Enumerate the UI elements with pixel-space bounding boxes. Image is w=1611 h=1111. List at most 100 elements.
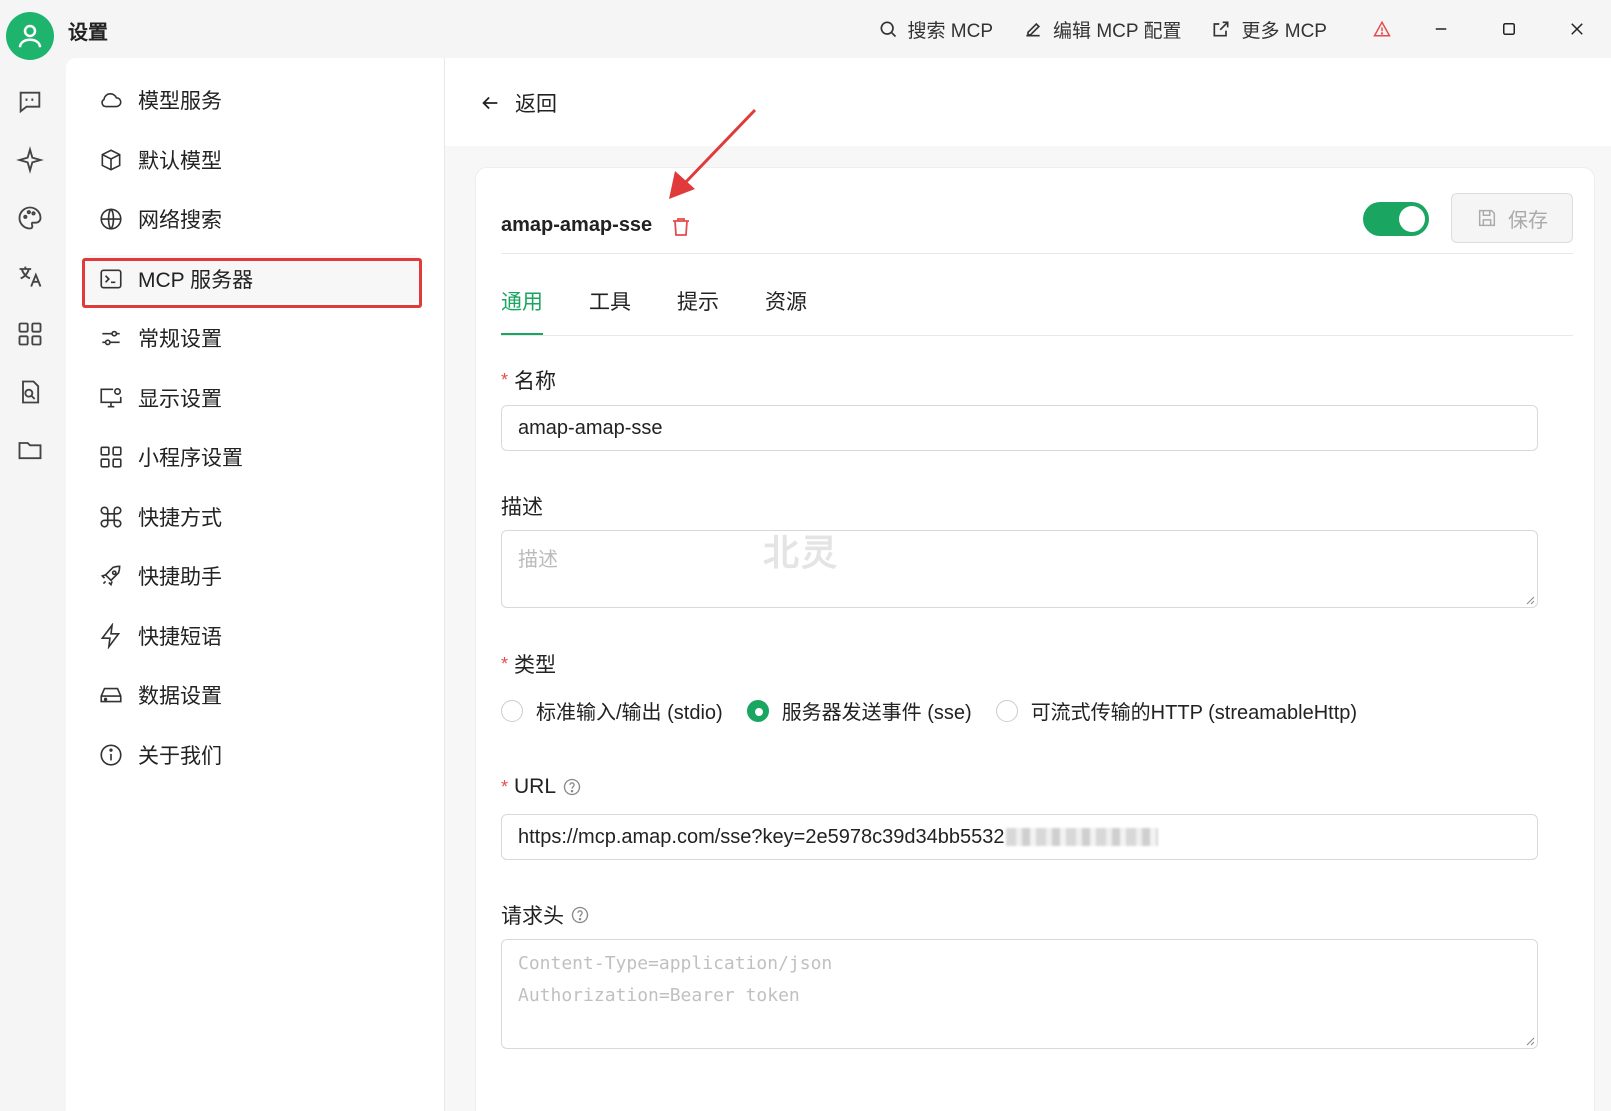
more-mcp-button[interactable]: 更多 MCP <box>1211 16 1327 43</box>
desc-textarea[interactable]: 描述 <box>501 530 1538 608</box>
name-label-row: * 名称 <box>501 365 556 395</box>
menu-item-quick-phrases[interactable]: 快捷短语 <box>82 612 422 660</box>
sparkle-icon[interactable] <box>16 146 44 174</box>
url-value: https://mcp.amap.com/sse?key=2e5978c39d3… <box>518 825 1005 848</box>
url-label-row: * URL <box>501 775 582 799</box>
warning-button[interactable] <box>1357 0 1407 58</box>
title-actions: 搜索 MCP 编辑 MCP 配置 更多 MCP <box>878 0 1611 58</box>
back-button[interactable]: 返回 <box>479 88 557 118</box>
avatar[interactable] <box>6 12 54 60</box>
zap-icon <box>100 623 121 649</box>
enable-toggle[interactable] <box>1363 202 1429 236</box>
more-mcp-label: 更多 MCP <box>1241 20 1327 42</box>
radio-circle <box>501 699 523 722</box>
resize-grip-icon[interactable] <box>1523 593 1535 605</box>
radio-sse[interactable]: 服务器发送事件 (sse) <box>746 696 972 725</box>
name-label: 名称 <box>514 370 557 393</box>
menu-item-label: 快捷短语 <box>138 626 222 649</box>
desc-placeholder: 描述 <box>518 549 558 571</box>
sliders-icon <box>102 330 120 346</box>
command-icon <box>100 506 122 528</box>
save-label: 保存 <box>1508 209 1548 232</box>
watermark: 北灵 <box>763 532 840 573</box>
menu-item-label: 快捷助手 <box>138 566 222 589</box>
help-icon[interactable] <box>570 905 590 925</box>
menu-item-label: 关于我们 <box>138 745 222 768</box>
menu-item-shortcuts[interactable]: 快捷方式 <box>82 493 422 541</box>
radio-streamable-http[interactable]: 可流式传输的HTTP (streamableHttp) <box>995 696 1357 725</box>
menu-item-general-settings[interactable]: 常规设置 <box>82 314 422 362</box>
save-button[interactable]: 保存 <box>1451 193 1573 243</box>
redacted-text <box>1006 828 1159 846</box>
maximize-button[interactable] <box>1475 0 1543 58</box>
edit-mcp-config-button[interactable]: 编辑 MCP 配置 <box>1023 16 1181 43</box>
palette-icon[interactable] <box>16 204 44 232</box>
back-bar: 返回 <box>445 58 1611 146</box>
file-search-icon[interactable] <box>16 378 44 406</box>
icon-rail <box>0 58 66 1111</box>
back-label: 返回 <box>515 93 557 116</box>
url-input[interactable]: https://mcp.amap.com/sse?key=2e5978c39d3… <box>501 814 1538 860</box>
desc-label: 描述 <box>501 496 543 519</box>
menu-item-about[interactable]: 关于我们 <box>82 731 422 779</box>
search-mcp-button[interactable]: 搜索 MCP <box>878 16 993 43</box>
menu-item-label: 显示设置 <box>138 388 222 411</box>
user-icon <box>18 24 42 48</box>
radio-circle-checked <box>746 699 769 722</box>
main-panel: 返回 amap-amap-sse 保存 通用 工具 提示 资源 * 名称 ama… <box>445 58 1611 1111</box>
close-icon <box>1571 23 1583 35</box>
edit-mcp-config-label: 编辑 MCP 配置 <box>1053 20 1182 42</box>
folder-icon[interactable] <box>16 436 44 464</box>
desc-label-row: 描述 <box>501 491 543 521</box>
radio-label: 服务器发送事件 (sse) <box>781 702 972 724</box>
trash-icon <box>673 218 689 236</box>
warning-icon <box>1373 20 1391 37</box>
menu-item-label: 模型服务 <box>138 90 222 113</box>
menu-item-data-settings[interactable]: 数据设置 <box>82 671 422 719</box>
apps-icon[interactable] <box>16 320 44 348</box>
title-bar: 设置 搜索 MCP 编辑 MCP 配置 更多 MCP <box>0 0 1611 60</box>
arrow-left-icon <box>482 96 498 110</box>
menu-item-default-model[interactable]: 默认模型 <box>82 136 422 184</box>
menu-item-miniapp-settings[interactable]: 小程序设置 <box>82 433 422 481</box>
delete-server-button[interactable] <box>669 215 693 239</box>
menu-item-display-settings[interactable]: 显示设置 <box>82 374 422 422</box>
divider <box>501 335 1573 336</box>
chat-icon[interactable] <box>16 88 44 116</box>
name-input[interactable]: amap-amap-sse <box>501 405 1538 451</box>
headers-placeholder-line2: Authorization=Bearer token <box>518 985 800 1006</box>
tab-resources[interactable]: 资源 <box>765 286 807 336</box>
maximize-icon <box>1503 23 1515 35</box>
divider <box>501 253 1573 254</box>
type-label: 类型 <box>514 654 557 677</box>
headers-textarea[interactable]: Content-Type=application/json Authorizat… <box>501 939 1538 1049</box>
close-button[interactable] <box>1543 0 1611 58</box>
minimize-icon <box>1435 28 1447 30</box>
menu-item-label: MCP 服务器 <box>138 269 254 292</box>
menu-item-label: 默认模型 <box>138 150 222 173</box>
radio-stdio[interactable]: 标准输入/输出 (stdio) <box>501 696 723 725</box>
resize-grip-icon[interactable] <box>1523 1034 1535 1046</box>
headers-label: 请求头 <box>501 905 564 928</box>
menu-item-web-search[interactable]: 网络搜索 <box>82 195 422 243</box>
tab-prompts[interactable]: 提示 <box>677 286 719 336</box>
menu-item-mcp-servers[interactable]: MCP 服务器 <box>82 255 422 303</box>
rocket-icon <box>100 565 121 587</box>
menu-item-model-service[interactable]: 模型服务 <box>82 76 422 124</box>
required-mark: * <box>501 776 509 797</box>
type-radio-group: 标准输入/输出 (stdio) 服务器发送事件 (sse) 可流式传输的HTTP… <box>501 696 1381 725</box>
type-label-row: * 类型 <box>501 649 556 679</box>
menu-item-quick-assistant[interactable]: 快捷助手 <box>82 552 422 600</box>
cube-icon <box>101 149 121 171</box>
help-icon[interactable] <box>562 777 582 797</box>
menu-item-label: 小程序设置 <box>138 447 243 470</box>
tab-general[interactable]: 通用 <box>501 286 543 336</box>
radio-circle <box>995 699 1018 722</box>
minimize-button[interactable] <box>1407 0 1475 58</box>
save-icon <box>1478 209 1496 227</box>
monitor-icon <box>100 387 122 408</box>
translate-icon[interactable] <box>16 262 44 290</box>
cloud-icon <box>101 92 122 108</box>
tab-tools[interactable]: 工具 <box>589 286 631 336</box>
menu-item-label: 数据设置 <box>138 685 222 708</box>
